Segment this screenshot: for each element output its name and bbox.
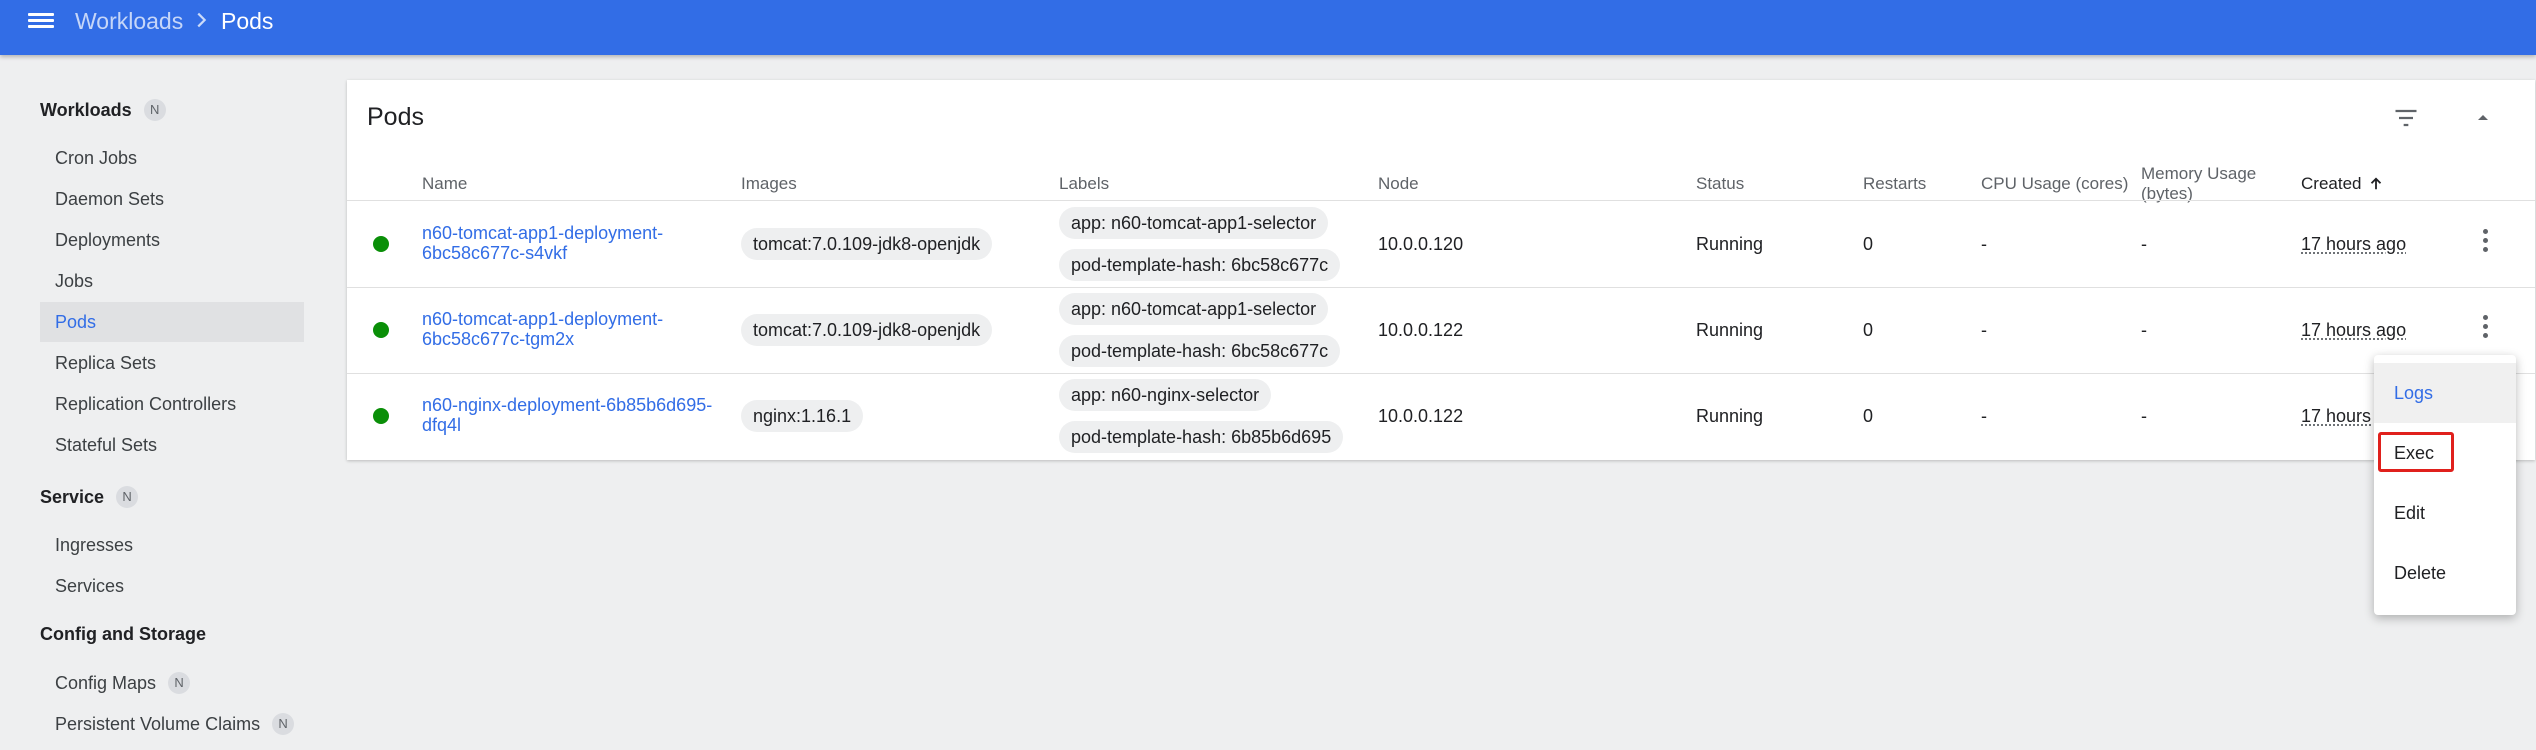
label-chip: app: n60-tomcat-app1-selector (1059, 293, 1329, 325)
menu-item-delete[interactable]: Delete (2374, 543, 2516, 603)
label-chip: app: n60-nginx-selector (1059, 379, 1272, 411)
status-cell: Running (1696, 320, 1764, 340)
memory-cell: - (2141, 234, 2147, 254)
cpu-cell: - (1981, 406, 1987, 426)
sidebar-item-replication-controllers[interactable]: Replication Controllers (40, 384, 304, 424)
breadcrumb-workloads[interactable]: Workloads (75, 6, 183, 36)
label-chip: pod-template-hash: 6b85b6d695 (1059, 421, 1344, 453)
image-chip: tomcat:7.0.109-jdk8-openjdk (741, 228, 993, 260)
memory-cell: - (2141, 406, 2147, 426)
pod-name-line: dfq4l (422, 415, 462, 435)
sidebar-section-service[interactable]: Service N (40, 484, 139, 510)
cpu-cell: - (1981, 234, 1987, 254)
pods-card: Pods Name Images Labels Node Status Rest… (347, 80, 2535, 460)
status-cell: Running (1696, 406, 1764, 426)
pod-name-line: n60-nginx-deployment-6b85b6d695- (422, 395, 713, 415)
sidebar-item-label: Persistent Volume Claims (55, 714, 261, 734)
pod-name-line: 6bc58c677c-tgm2x (422, 329, 575, 349)
table-row: n60-tomcat-app1-deployment- 6bc58c677c-s… (347, 201, 2535, 287)
sidebar-item-stateful-sets[interactable]: Stateful Sets (40, 425, 304, 465)
top-app-bar: Workloads Pods (0, 0, 2536, 55)
sidebar-section-label: Service (40, 487, 105, 507)
cpu-cell: - (1981, 320, 1987, 340)
hamburger-menu-icon[interactable] (28, 10, 54, 32)
more-vert-icon[interactable] (2481, 229, 2489, 259)
sidebar-section-label: Config and Storage (40, 624, 206, 644)
namespaced-badge: N (168, 672, 191, 694)
chevron-right-icon (197, 12, 207, 28)
namespaced-badge: N (272, 713, 295, 735)
column-header-created-label: Created (2301, 174, 2362, 193)
node-cell: 10.0.0.120 (1378, 234, 1464, 254)
table-row: n60-nginx-deployment-6b85b6d695- dfq4l n… (347, 373, 2535, 459)
node-cell: 10.0.0.122 (1378, 406, 1464, 426)
sidebar-item-replica-sets[interactable]: Replica Sets (40, 343, 304, 383)
filter-icon[interactable] (2392, 104, 2420, 132)
created-cell: 17 hours ago (2301, 234, 2407, 254)
pod-name-line: 6bc58c677c-s4vkf (422, 243, 568, 263)
breadcrumb-pods: Pods (221, 8, 274, 34)
image-chip: nginx:1.16.1 (741, 400, 864, 432)
node-cell: 10.0.0.122 (1378, 320, 1464, 340)
sidebar-section-config-storage[interactable]: Config and Storage (40, 621, 206, 647)
label-chip: pod-template-hash: 6bc58c677c (1059, 249, 1341, 281)
created-cell: 17 hours (2301, 406, 2372, 426)
pod-name-link[interactable]: n60-nginx-deployment-6b85b6d695- dfq4l (422, 395, 722, 435)
namespaced-badge: N (116, 486, 139, 508)
sidebar: Workloads N Cron Jobs Daemon Sets Deploy… (0, 55, 320, 750)
row-action-menu: Logs Exec Edit Delete (2374, 355, 2516, 615)
pod-name-link[interactable]: n60-tomcat-app1-deployment- 6bc58c677c-t… (422, 309, 722, 349)
sidebar-section-label: Workloads (40, 100, 132, 120)
sidebar-item-cron-jobs[interactable]: Cron Jobs (40, 138, 304, 178)
restarts-cell: 0 (1863, 320, 1874, 340)
sidebar-item-jobs[interactable]: Jobs (40, 261, 304, 301)
status-cell: Running (1696, 234, 1764, 254)
menu-item-edit[interactable]: Edit (2374, 483, 2516, 543)
sort-ascending-arrow-icon (2371, 177, 2382, 190)
sidebar-item-pods[interactable]: Pods (40, 302, 304, 342)
memory-cell: - (2141, 320, 2147, 340)
sidebar-item-config-maps[interactable]: Config Maps N (40, 663, 304, 703)
namespaced-badge: N (143, 99, 166, 121)
card-title: Pods (367, 103, 424, 131)
pod-name-line: n60-tomcat-app1-deployment- (422, 223, 664, 243)
sidebar-item-services[interactable]: Services (40, 566, 304, 606)
sidebar-item-ingresses[interactable]: Ingresses (40, 525, 304, 565)
sidebar-item-label: Config Maps (55, 673, 157, 693)
status-running-icon (373, 322, 389, 338)
pod-name-line: n60-tomcat-app1-deployment- (422, 309, 664, 329)
restarts-cell: 0 (1863, 406, 1874, 426)
status-running-icon (373, 236, 389, 252)
label-chip: pod-template-hash: 6bc58c677c (1059, 335, 1341, 367)
created-cell: 17 hours ago (2301, 320, 2407, 340)
column-header-memory-line1: Memory Usage (2141, 164, 2257, 183)
collapse-icon[interactable] (2471, 106, 2495, 130)
more-vert-icon[interactable] (2481, 315, 2489, 345)
menu-item-exec[interactable]: Exec (2374, 423, 2516, 483)
table-row: n60-tomcat-app1-deployment- 6bc58c677c-t… (347, 287, 2535, 373)
label-chip: app: n60-tomcat-app1-selector (1059, 207, 1329, 239)
pod-name-link[interactable]: n60-tomcat-app1-deployment- 6bc58c677c-s… (422, 223, 722, 263)
sidebar-section-workloads[interactable]: Workloads N (40, 97, 166, 123)
sidebar-item-daemon-sets[interactable]: Daemon Sets (40, 179, 304, 219)
restarts-cell: 0 (1863, 234, 1874, 254)
sidebar-item-deployments[interactable]: Deployments (40, 220, 304, 260)
menu-item-logs[interactable]: Logs (2374, 363, 2516, 423)
sidebar-item-persistent-volume-claims[interactable]: Persistent Volume Claims N (40, 704, 304, 744)
status-running-icon (373, 408, 389, 424)
image-chip: tomcat:7.0.109-jdk8-openjdk (741, 314, 993, 346)
